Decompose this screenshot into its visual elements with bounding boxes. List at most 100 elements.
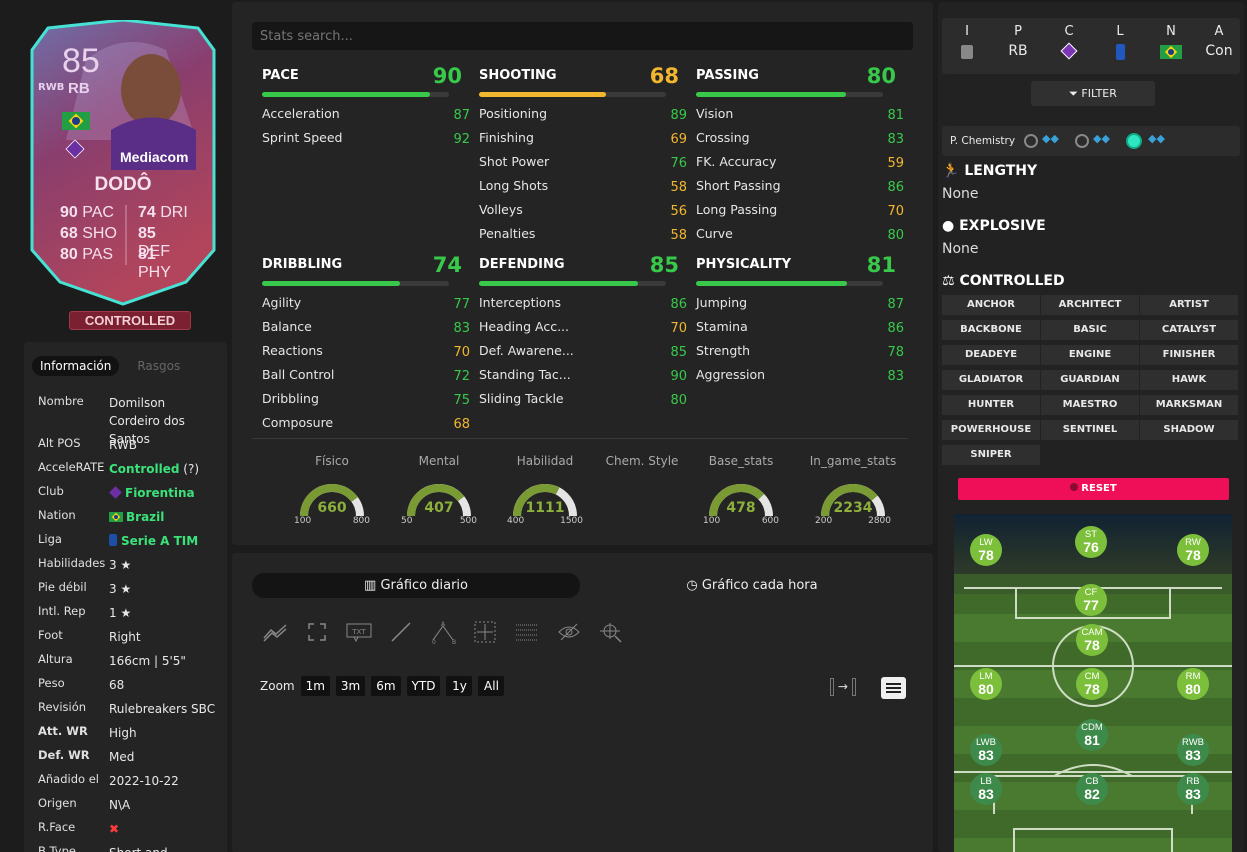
- zoom-6m-button[interactable]: 6m: [371, 676, 401, 696]
- abc-pattern-icon[interactable]: A 0 B: [430, 619, 456, 645]
- chart-tabs: ▥ Gráfico diario ◷ Gráfico cada hora: [252, 573, 912, 599]
- stats-search-input[interactable]: [252, 22, 913, 50]
- chem-radio-3[interactable]: [1126, 133, 1142, 149]
- pitch-pos-rb[interactable]: RB 83: [1177, 773, 1209, 805]
- playstyle-hawk[interactable]: HAWK: [1140, 370, 1238, 390]
- stat-name: Jumping: [696, 295, 748, 310]
- card-flag-icon: [62, 112, 90, 130]
- date-range-control[interactable]: →: [830, 678, 856, 696]
- group-bar: [696, 281, 883, 286]
- pitch-pos-rw[interactable]: RW 78: [1177, 534, 1209, 566]
- playstyle-backbone[interactable]: BACKBONE: [942, 320, 1040, 340]
- pitch-pos-lw[interactable]: LW 78: [970, 534, 1002, 566]
- gauge-value: 660: [317, 500, 347, 516]
- group-bar: [262, 281, 449, 286]
- playstyle-catalyst[interactable]: CATALYST: [1140, 320, 1238, 340]
- chem-radio-1[interactable]: [1024, 134, 1038, 148]
- stat-row: Dribbling 75: [262, 391, 470, 408]
- text-tool-icon[interactable]: TXT: [346, 619, 372, 645]
- playstyle-shadow[interactable]: SHADOW: [1140, 420, 1238, 440]
- filter-button[interactable]: ⏷ FILTER: [1031, 81, 1155, 106]
- chem-diamonds-2-icon: ◆◆: [1093, 132, 1110, 145]
- tab-grafico-diario[interactable]: ▥ Gráfico diario: [252, 573, 580, 598]
- zoom-all-button[interactable]: All: [478, 676, 505, 696]
- playstyle-maestro[interactable]: MAESTRO: [1041, 395, 1139, 415]
- stat-name: Positioning: [479, 106, 547, 121]
- hide-eye-icon[interactable]: [556, 619, 582, 645]
- pitch-pos-rm[interactable]: RM 80: [1177, 668, 1209, 700]
- pitch-pos-rwb[interactable]: RWB 83: [1177, 734, 1209, 766]
- playstyle-hunter[interactable]: HUNTER: [942, 395, 1040, 415]
- stats-panel: PACE 90 Acceleration 87 Sprint Speed 92 SHOOTI…: [232, 2, 933, 545]
- playstyle-gladiator[interactable]: GLADIATOR: [942, 370, 1040, 390]
- club-link[interactable]: Fiorentina: [125, 486, 195, 500]
- pos-col-n: N: [1156, 24, 1186, 59]
- stat-name: Interceptions: [479, 295, 562, 310]
- playstyle-artist[interactable]: ARTIST: [1140, 295, 1238, 315]
- pitch-pos-st[interactable]: ST 76: [1075, 526, 1107, 558]
- playstyle-anchor[interactable]: ANCHOR: [942, 295, 1040, 315]
- zoom-1m-button[interactable]: 1m: [300, 676, 330, 696]
- info-row-nation: Nation Brazil: [38, 508, 165, 524]
- playstyle-engine[interactable]: ENGINE: [1041, 345, 1139, 365]
- stat-row: Crossing 83: [696, 130, 904, 147]
- league-link[interactable]: Serie A TIM: [121, 534, 198, 548]
- pitch-pos-cam[interactable]: CAM 78: [1076, 624, 1108, 656]
- stat-value: 76: [670, 156, 687, 171]
- stat-value: 70: [887, 204, 904, 219]
- chemistry-label: P. Chemistry: [950, 135, 1016, 147]
- pitch-pos-cb[interactable]: CB 82: [1076, 773, 1108, 805]
- trend-line-icon[interactable]: [262, 619, 288, 645]
- playstyle-basic[interactable]: BASIC: [1041, 320, 1139, 340]
- playstyle-powerhouse[interactable]: POWERHOUSE: [942, 420, 1040, 440]
- pitch-pos-lb[interactable]: LB 83: [970, 773, 1002, 805]
- playstyle-marksman[interactable]: MARKSMAN: [1140, 395, 1238, 415]
- chem-radio-2[interactable]: [1075, 134, 1089, 148]
- group-name: PACE: [262, 68, 299, 83]
- zoom-crosshair-icon[interactable]: [598, 619, 624, 645]
- stat-name: Crossing: [696, 130, 750, 145]
- stat-value: 83: [453, 321, 470, 336]
- pos-col-a: A Con: [1205, 24, 1233, 59]
- tab-grafico-hora[interactable]: ◷ Gráfico cada hora: [592, 573, 912, 598]
- zoom-ytd-button[interactable]: YTD: [406, 676, 441, 696]
- playstyle-sniper[interactable]: SNIPER: [942, 445, 1040, 465]
- grid-icon[interactable]: [514, 619, 540, 645]
- pitch-pos-lm[interactable]: LM 80: [970, 668, 1002, 700]
- playstyle-architect[interactable]: ARCHITECT: [1041, 295, 1139, 315]
- stat-row: Stamina 86: [696, 319, 904, 336]
- stat-group-pace: PACE 90 Acceleration 87 Sprint Speed 92: [262, 62, 470, 147]
- tab-informacion[interactable]: Información: [32, 356, 120, 376]
- measure-icon[interactable]: [472, 619, 498, 645]
- stat-name: Heading Acc...: [479, 319, 569, 334]
- positions-box: I P RB C L N A Con: [942, 18, 1240, 74]
- stat-value: 72: [453, 369, 470, 384]
- pitch-pos-cf[interactable]: CF 77: [1075, 584, 1107, 616]
- gauge-mental: Mental 407 50 500: [389, 454, 489, 534]
- accelerate-link[interactable]: Controlled: [109, 462, 179, 476]
- info-row-anadido: Añadido el 2022-10-22: [38, 772, 179, 788]
- stat-row: Shot Power 76: [479, 154, 687, 171]
- playstyle-finisher[interactable]: FINISHER: [1140, 345, 1238, 365]
- line-tool-icon[interactable]: [388, 619, 414, 645]
- group-value: 74: [432, 253, 462, 277]
- fullscreen-icon[interactable]: [304, 619, 330, 645]
- chart-menu-icon[interactable]: [881, 677, 906, 699]
- group-value: 68: [649, 64, 679, 88]
- gauge-chem-style: Chem. Style: [592, 454, 692, 534]
- pitch-pos-cm[interactable]: CM 78: [1076, 668, 1108, 700]
- playstyle-sentinel[interactable]: SENTINEL: [1041, 420, 1139, 440]
- reset-button[interactable]: RESET: [958, 478, 1229, 500]
- zoom-1y-button[interactable]: 1y: [446, 676, 473, 696]
- zoom-3m-button[interactable]: 3m: [335, 676, 366, 696]
- stat-value: 78: [887, 345, 904, 360]
- tab-rasgos[interactable]: Rasgos: [129, 356, 188, 376]
- playstyle-deadeye[interactable]: DEADEYE: [942, 345, 1040, 365]
- accelerate-help[interactable]: (?): [183, 462, 199, 476]
- chart-icon: ▥: [364, 578, 377, 593]
- playstyle-guardian[interactable]: GUARDIAN: [1041, 370, 1139, 390]
- pitch-pos-cdm[interactable]: CDM 81: [1076, 719, 1108, 751]
- runner-icon: 🏃: [942, 163, 960, 179]
- pitch-pos-lwb[interactable]: LWB 83: [970, 734, 1002, 766]
- nation-link[interactable]: Brazil: [126, 510, 164, 524]
